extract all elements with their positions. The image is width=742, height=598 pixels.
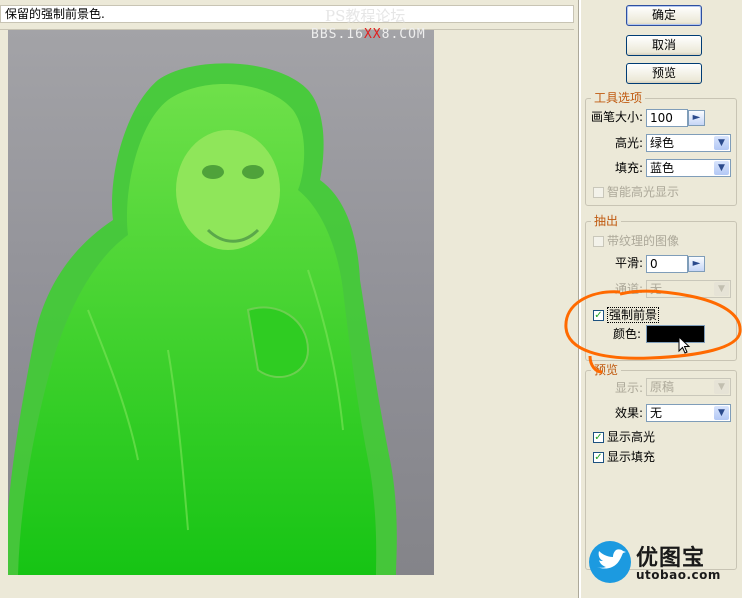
extract-title: 抽出 (591, 214, 622, 228)
ok-button[interactable]: 确定 (626, 5, 702, 26)
watermark-url-red: XX (363, 27, 382, 42)
show-highlight-label: 显示高光 (607, 430, 656, 444)
fill-label: 填充: (615, 161, 644, 175)
smooth-label: 平滑: (615, 256, 644, 270)
mouse-cursor-icon (678, 336, 691, 354)
show-select[interactable]: 原稿 ▼ (646, 378, 731, 396)
brush-size-label: 画笔大小: (591, 110, 644, 124)
chevron-down-icon: ▼ (714, 406, 729, 420)
show-select-value: 原稿 (650, 380, 675, 394)
effect-select[interactable]: 无 ▼ (646, 404, 731, 422)
chevron-down-icon: ▼ (714, 136, 729, 150)
fill-select-value: 蓝色 (650, 161, 675, 175)
monkey-highlight-image (8, 63, 397, 575)
effect-select-value: 无 (650, 406, 663, 420)
preview-canvas[interactable] (8, 30, 434, 575)
brush-size-arrow-icon[interactable]: ► (688, 110, 705, 126)
bird-logo-icon (589, 541, 631, 583)
preview-button[interactable]: 预览 (626, 63, 702, 84)
show-fill-checkbox[interactable]: ✓ (593, 452, 604, 463)
watermark-title: PS教程论坛 (325, 7, 406, 25)
effect-label: 效果: (615, 406, 644, 420)
show-fill-label: 显示填充 (607, 450, 656, 464)
watermark-url-suffix: 8.COM (381, 27, 426, 42)
watermark-url: BBS.16XX8.COM (311, 27, 426, 42)
highlight-select[interactable]: 绿色 ▼ (646, 134, 731, 152)
textured-image-label: 带纹理的图像 (607, 234, 680, 248)
cancel-button[interactable]: 取消 (626, 35, 702, 56)
brush-size-input[interactable]: 100 (646, 109, 688, 127)
watermark-url-prefix: BBS.16 (311, 27, 364, 42)
smart-highlight-checkbox[interactable] (593, 187, 604, 198)
logo-url: utobao.com (636, 568, 721, 582)
tool-options-title: 工具选项 (591, 91, 646, 105)
hint-bar-underline (0, 23, 574, 30)
fill-select[interactable]: 蓝色 ▼ (646, 159, 731, 177)
preview-pane: 保留的强制前景色. PS教程论坛 BBS.16XX8.COM (0, 0, 578, 598)
highlight-select-value: 绿色 (650, 136, 675, 150)
smart-highlight-label: 智能高光显示 (607, 185, 680, 199)
chevron-down-icon: ▼ (714, 380, 729, 394)
textured-image-checkbox[interactable] (593, 236, 604, 247)
show-label: 显示: (615, 381, 644, 395)
smooth-input[interactable]: 0 (646, 255, 688, 273)
highlight-label: 高光: (615, 136, 644, 150)
chevron-down-icon: ▼ (714, 161, 729, 175)
show-highlight-checkbox[interactable]: ✓ (593, 432, 604, 443)
annotation-circle (564, 289, 742, 374)
hint-text: 保留的强制前景色. (0, 5, 574, 23)
smooth-arrow-icon[interactable]: ► (688, 256, 705, 272)
